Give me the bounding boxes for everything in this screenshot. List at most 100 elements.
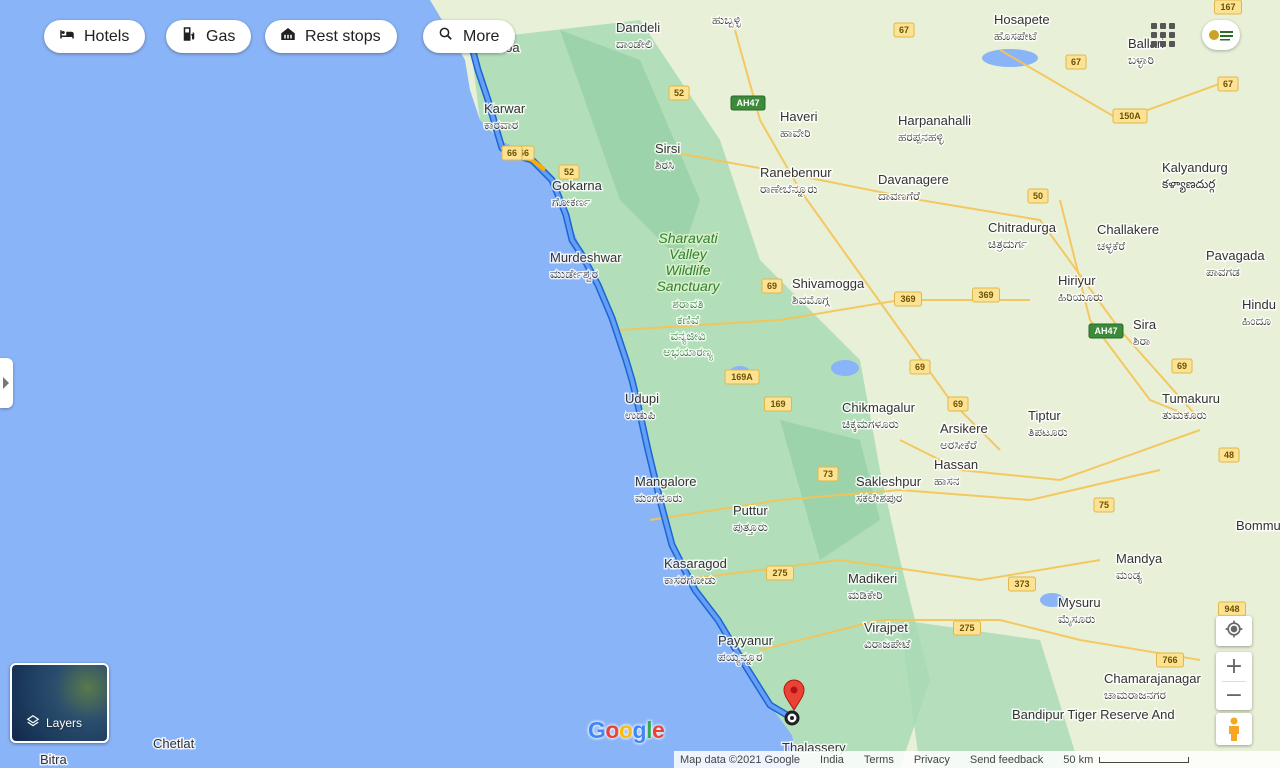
place-name-local: ಚಾಮರಾಜನಗರ (1104, 688, 1166, 702)
road-shield: 369 (894, 291, 922, 307)
place-name-local: ಸಕಲೇಶಪುರ (856, 491, 902, 505)
place-name: Davanagere (878, 172, 949, 187)
road-shield-label: 48 (1224, 450, 1234, 460)
road-shield-label: 52 (564, 167, 574, 177)
place-name: Virajpet (864, 620, 908, 635)
park-label-local-line: ಶರಾವತಿ (672, 297, 703, 311)
road-shield: 150A (1112, 108, 1148, 124)
road-shield-label: 75 (1099, 500, 1109, 510)
road-shield: 373 (1008, 576, 1036, 592)
place-name: Sakleshpur (856, 474, 922, 489)
my-location-button[interactable] (1216, 616, 1252, 646)
place-name-local: ಹರಪ್ಪನಹಳ್ಳಿ (898, 130, 944, 145)
road-shield: 69 (909, 359, 931, 375)
zoom-out-icon[interactable]: − (1216, 682, 1252, 710)
park-label-line: Sanctuary (656, 278, 720, 294)
place-name-local: ಬಳ್ಳಾರಿ (1128, 53, 1154, 69)
place-name: Harpanahalli (898, 113, 971, 128)
scale-bar[interactable]: 50 km (1063, 753, 1190, 766)
more-chip[interactable]: More (423, 20, 516, 53)
layers-label: Layers (46, 715, 83, 730)
road-shield: 169 (764, 396, 792, 412)
origin-marker-icon[interactable] (784, 710, 800, 726)
map-data-attribution: Map data ©2021 Google (680, 753, 801, 766)
road-shield-label: 69 (1177, 361, 1187, 371)
place-name-local: ಶಿರಾ (1133, 334, 1150, 348)
zoom-in-icon[interactable]: + (1216, 653, 1252, 681)
terms-link[interactable]: Terms (864, 754, 894, 766)
place-name-local: ಶಿವಮೊಗ್ಗ (792, 293, 830, 307)
place-name-local: ಚಳ್ಳಕೆರೆ (1097, 239, 1126, 254)
place-label[interactable]: Bitra (39, 751, 70, 768)
place-name: Udupi (625, 391, 659, 406)
road-shield-label: 369 (978, 290, 993, 300)
park-label-line: Sharavati (658, 230, 718, 246)
place-label[interactable]: Bommu (1235, 517, 1280, 535)
place-name: Tiptur (1028, 408, 1061, 423)
place-name-local: ಹಾವೇರಿ (780, 126, 811, 140)
place-name: Tumakuru (1162, 391, 1220, 406)
map-canvas[interactable]: 67 67 67 52 AH47 150A 66 52 50 69 369 369 AH47 69 69 16… (0, 0, 1280, 768)
rest-stops-chip[interactable]: Rest stops (265, 20, 397, 53)
account-avatar[interactable] (1202, 20, 1240, 50)
place-name-local: ಮಂಡ್ಯ (1116, 568, 1142, 584)
road-shield: 52 (668, 85, 690, 101)
place-label[interactable]: Bandipur Tiger Reserve And (1011, 706, 1177, 724)
road-shield-label: 69 (767, 281, 777, 291)
park-label-line: Valley (669, 246, 708, 262)
place-label[interactable]: Chetlat (152, 735, 197, 753)
pegman-icon[interactable] (1216, 713, 1252, 745)
place-name-local: ಶಿರಸಿ (655, 158, 674, 172)
road-shield-label: 67 (1223, 79, 1233, 89)
place-name-local: ರಾಣೇಬೆನ್ನೂರು (760, 182, 818, 197)
road-shield-label: 167 (1220, 2, 1235, 12)
scale-label: 50 km (1063, 753, 1094, 766)
road-shield: 766 (1156, 652, 1184, 668)
my-location-icon (1224, 619, 1244, 644)
apps-grid-icon[interactable] (1150, 22, 1176, 48)
road-shield: 66 (501, 145, 523, 161)
gas-chip[interactable]: Gas (166, 20, 252, 53)
privacy-link[interactable]: Privacy (914, 754, 950, 766)
place-name-local: ಕಾರವಾರ (484, 118, 518, 132)
send-feedback-link[interactable]: Send feedback (970, 754, 1043, 766)
place-name: Hosapete (994, 12, 1050, 27)
road-shield: 73 (817, 466, 839, 482)
road-shield: 69 (761, 278, 783, 294)
road-shield-label: 67 (1071, 57, 1081, 67)
place-name-local: ದಾವಣಗೆರೆ (878, 189, 921, 203)
road-shield-label: 69 (953, 399, 963, 409)
place-name: Sirsi (655, 141, 680, 156)
place-name-local: కళ్యాణదుర్గ (1162, 177, 1216, 193)
place-name: Bommu (1236, 518, 1280, 533)
road-shield: 169A (724, 369, 760, 385)
layers-caption: Layers (26, 714, 82, 731)
place-name-local: ಅರಸೀಕೆರೆ (940, 438, 977, 452)
road-shield: 67 (1065, 54, 1087, 70)
place-name-local: ಹುಬ್ಬಳ್ಳಿ (712, 13, 741, 28)
place-name: Challakere (1097, 222, 1159, 237)
place-name: Kasaragod (664, 556, 727, 571)
road-shield-label: 50 (1033, 191, 1043, 201)
park-label-local-line: ವನ್ಯಜೀವಿ (670, 329, 706, 345)
bed-icon (58, 25, 76, 48)
region-link[interactable]: India (820, 754, 844, 766)
road-shield-label: 369 (900, 294, 915, 304)
place-name-local: ಹಾಸನ (934, 474, 960, 488)
layers-button[interactable]: Layers (10, 663, 109, 743)
road-shield-label: AH47 (736, 98, 759, 108)
road-shield-label: 67 (899, 25, 909, 35)
place-name: Mysuru (1058, 595, 1101, 610)
place-name-local: ಮೈಸೂರು (1058, 612, 1096, 627)
road-shield: 948 (1218, 601, 1246, 617)
layers-icon (26, 714, 40, 731)
side-panel-toggle[interactable] (0, 358, 13, 408)
road-shield: AH47 (1088, 323, 1124, 339)
place-name-local: ಮಡಿಕೇರಿ (848, 588, 883, 602)
hotels-chip[interactable]: Hotels (44, 20, 146, 53)
road-shield-label: 275 (772, 568, 787, 578)
place-name: Chikmagalur (842, 400, 916, 415)
place-name-local: ದಾಂಡೇಲಿ (616, 37, 653, 51)
road-shield-label: 69 (915, 362, 925, 372)
place-label[interactable]: ಹುಬ್ಬಳ್ಳಿ (711, 12, 743, 30)
